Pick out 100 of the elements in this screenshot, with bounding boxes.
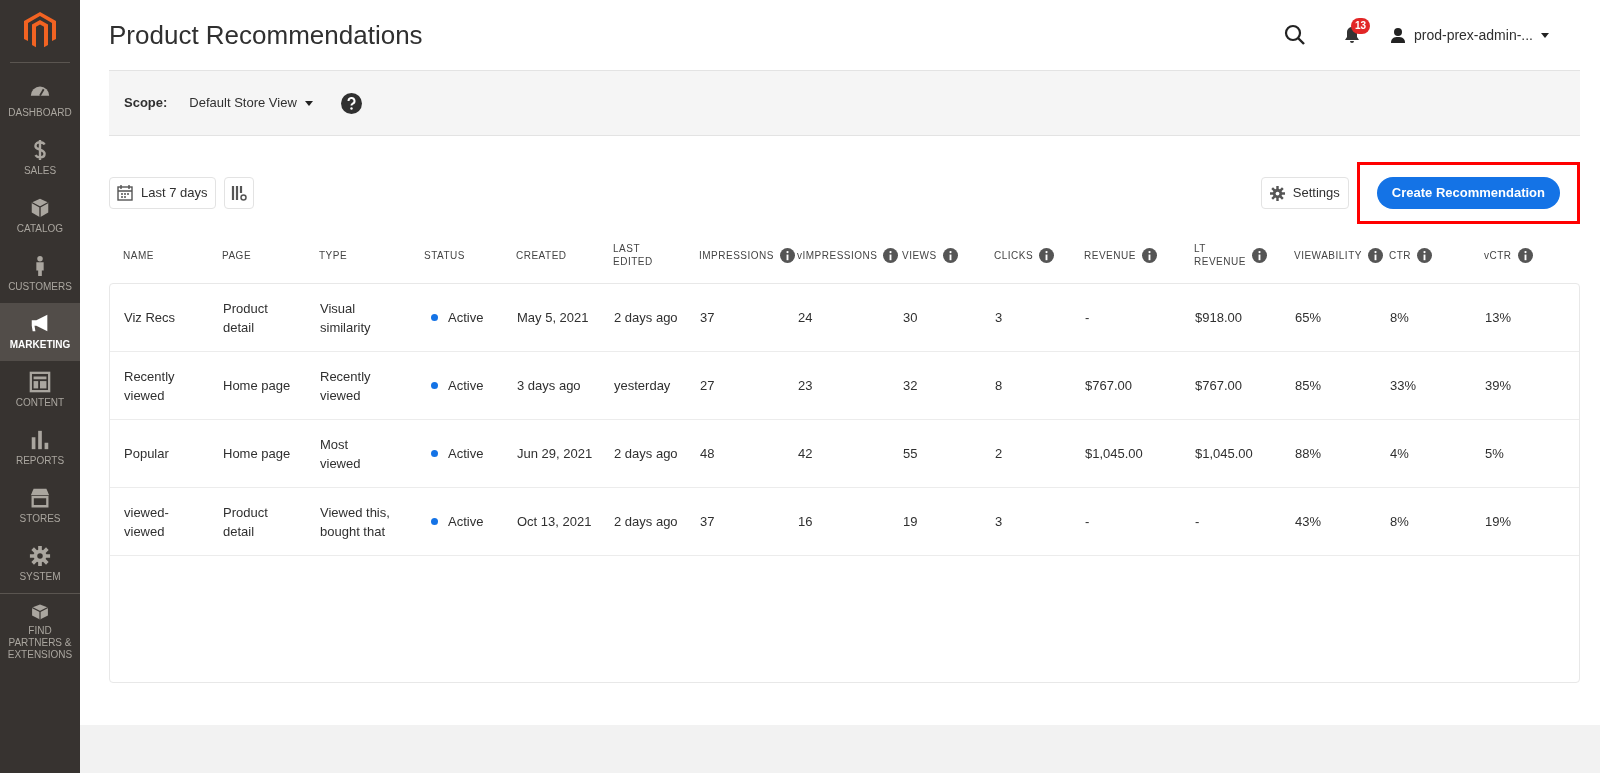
info-icon[interactable] <box>883 247 899 263</box>
sidebar-item[interactable]: CUSTOMERS <box>0 245 80 303</box>
table-cell-text: 4% <box>1390 445 1410 463</box>
date-range-button[interactable]: Last 7 days <box>109 177 216 209</box>
table-cell-text: 55 <box>903 445 919 463</box>
table-cell-text: 3 <box>995 513 1004 531</box>
gear-icon <box>1269 185 1285 201</box>
table-cell-text: 30 <box>903 309 919 327</box>
sidebar-item[interactable]: CATALOG <box>0 187 80 245</box>
column-header: VIEWS <box>902 248 937 262</box>
table-cell-text: 37 <box>700 309 716 327</box>
sidebar-item[interactable]: FIND PARTNERS & EXTENSIONS <box>0 593 80 661</box>
table-cell-text: Jun 29, 2021 <box>517 445 594 463</box>
table-cell-text: 5% <box>1485 445 1505 463</box>
status-dot <box>431 450 438 457</box>
table-cell-text: Oct 13, 2021 <box>517 513 593 531</box>
table-cell-text: Visual similarity <box>320 299 372 337</box>
sidebar-item[interactable]: STORES <box>0 477 80 535</box>
caret-icon <box>1541 32 1549 38</box>
table-cell-text: 3 days ago <box>517 377 582 395</box>
table-cell-text: 2 days ago <box>614 513 679 531</box>
column-header: REVENUE <box>1084 248 1136 262</box>
table-cell-text: 33% <box>1390 377 1418 395</box>
table-cell-text: 32 <box>903 377 919 395</box>
table-cell-text: $767.00 <box>1085 377 1133 395</box>
page-title: Product Recommendations <box>109 18 424 52</box>
table-cell-text: Most viewed <box>320 435 362 473</box>
table-cell-text: $918.00 <box>1195 309 1243 327</box>
table-cell-text: 24 <box>798 309 814 327</box>
column-header: LAST EDITED <box>613 242 653 268</box>
table-cell-text: 43% <box>1295 513 1323 531</box>
table-cell-text: $767.00 <box>1195 377 1243 395</box>
columns-button[interactable] <box>223 177 254 209</box>
info-icon[interactable] <box>942 247 958 263</box>
table-cell-text: Product detail <box>223 503 269 541</box>
layout-icon <box>29 371 51 393</box>
sidebar-item[interactable]: MARKETING <box>0 303 80 361</box>
table-cell-text: 2 <box>995 445 1004 463</box>
table-cell-text: 16 <box>798 513 814 531</box>
table-cell-text: Active <box>448 445 484 463</box>
table-cell-text: 65% <box>1295 309 1323 327</box>
table-cell-text: Recently viewed <box>320 367 372 405</box>
info-icon[interactable] <box>1251 247 1267 263</box>
caret-icon <box>304 100 313 106</box>
columns-icon <box>230 185 247 201</box>
bar-chart-icon <box>29 429 51 451</box>
column-header: STATUS <box>424 248 465 262</box>
table-cell-text: 37 <box>700 513 716 531</box>
table-cell-text: 19 <box>903 513 919 531</box>
column-header: VIEWABILITY <box>1294 248 1362 262</box>
table-cell-text: Active <box>448 513 484 531</box>
sidebar-item[interactable]: DASHBOARD <box>0 71 80 129</box>
table-cell-text: yesterday <box>614 377 672 395</box>
sidebar-item[interactable]: SALES <box>0 129 80 187</box>
info-icon[interactable] <box>1039 247 1055 263</box>
column-header: CTR <box>1389 248 1412 262</box>
table-cell-text: Active <box>448 309 484 327</box>
table-cell-text: 2 days ago <box>614 445 679 463</box>
notification-count: 13 <box>1350 18 1371 34</box>
column-header: vIMPRESSIONS <box>797 248 878 262</box>
status-dot <box>431 382 438 389</box>
column-header: CREATED <box>516 248 567 262</box>
table-cell-text: 42 <box>798 445 814 463</box>
table-cell-text: - <box>1085 513 1091 531</box>
info-icon[interactable] <box>779 247 795 263</box>
sidebar-item[interactable]: SYSTEM <box>0 535 80 593</box>
table-cell-text: 27 <box>700 377 716 395</box>
help-icon[interactable] <box>340 92 362 114</box>
table-cell-text: 13% <box>1485 309 1513 327</box>
settings-icon <box>29 545 51 567</box>
table-cell-text: $1,045.00 <box>1195 445 1254 463</box>
table-cell-text: Product detail <box>223 299 269 337</box>
scope-dropdown[interactable]: Default Store View <box>189 93 313 113</box>
table-cell-text: Viewed this, bought that <box>320 503 391 541</box>
table-cell-text: 3 <box>995 309 1004 327</box>
info-icon[interactable] <box>1517 247 1533 263</box>
box-icon <box>29 197 51 219</box>
table-cell-text: Home page <box>223 445 292 463</box>
info-icon[interactable] <box>1417 247 1433 263</box>
user-icon <box>1389 27 1406 43</box>
storefront-icon <box>29 487 51 509</box>
column-header: PAGE <box>222 248 252 262</box>
column-header: TYPE <box>319 248 348 262</box>
column-header: IMPRESSIONS <box>699 248 774 262</box>
table-cell-text: 85% <box>1295 377 1323 395</box>
table-cell-text: May 5, 2021 <box>517 309 590 327</box>
logo-icon[interactable] <box>24 12 56 48</box>
sidebar-item[interactable]: CONTENT <box>0 361 80 419</box>
table-cell-text: 8 <box>995 377 1004 395</box>
info-icon[interactable] <box>1367 247 1383 263</box>
column-header: LT REVENUE <box>1194 242 1246 268</box>
search-icon[interactable] <box>1283 24 1306 46</box>
user-menu[interactable]: prod-prex-admin-... <box>1389 24 1549 46</box>
create-recommendation-button[interactable]: Create Recommendation <box>1376 177 1560 209</box>
sidebar-item[interactable]: REPORTS <box>0 419 80 477</box>
table-cell-text: 88% <box>1295 445 1323 463</box>
table-cell-text: Viz Recs <box>124 309 177 327</box>
table-cell-text: - <box>1085 309 1091 327</box>
info-icon[interactable] <box>1141 247 1157 263</box>
settings-button[interactable]: Settings <box>1260 177 1349 209</box>
